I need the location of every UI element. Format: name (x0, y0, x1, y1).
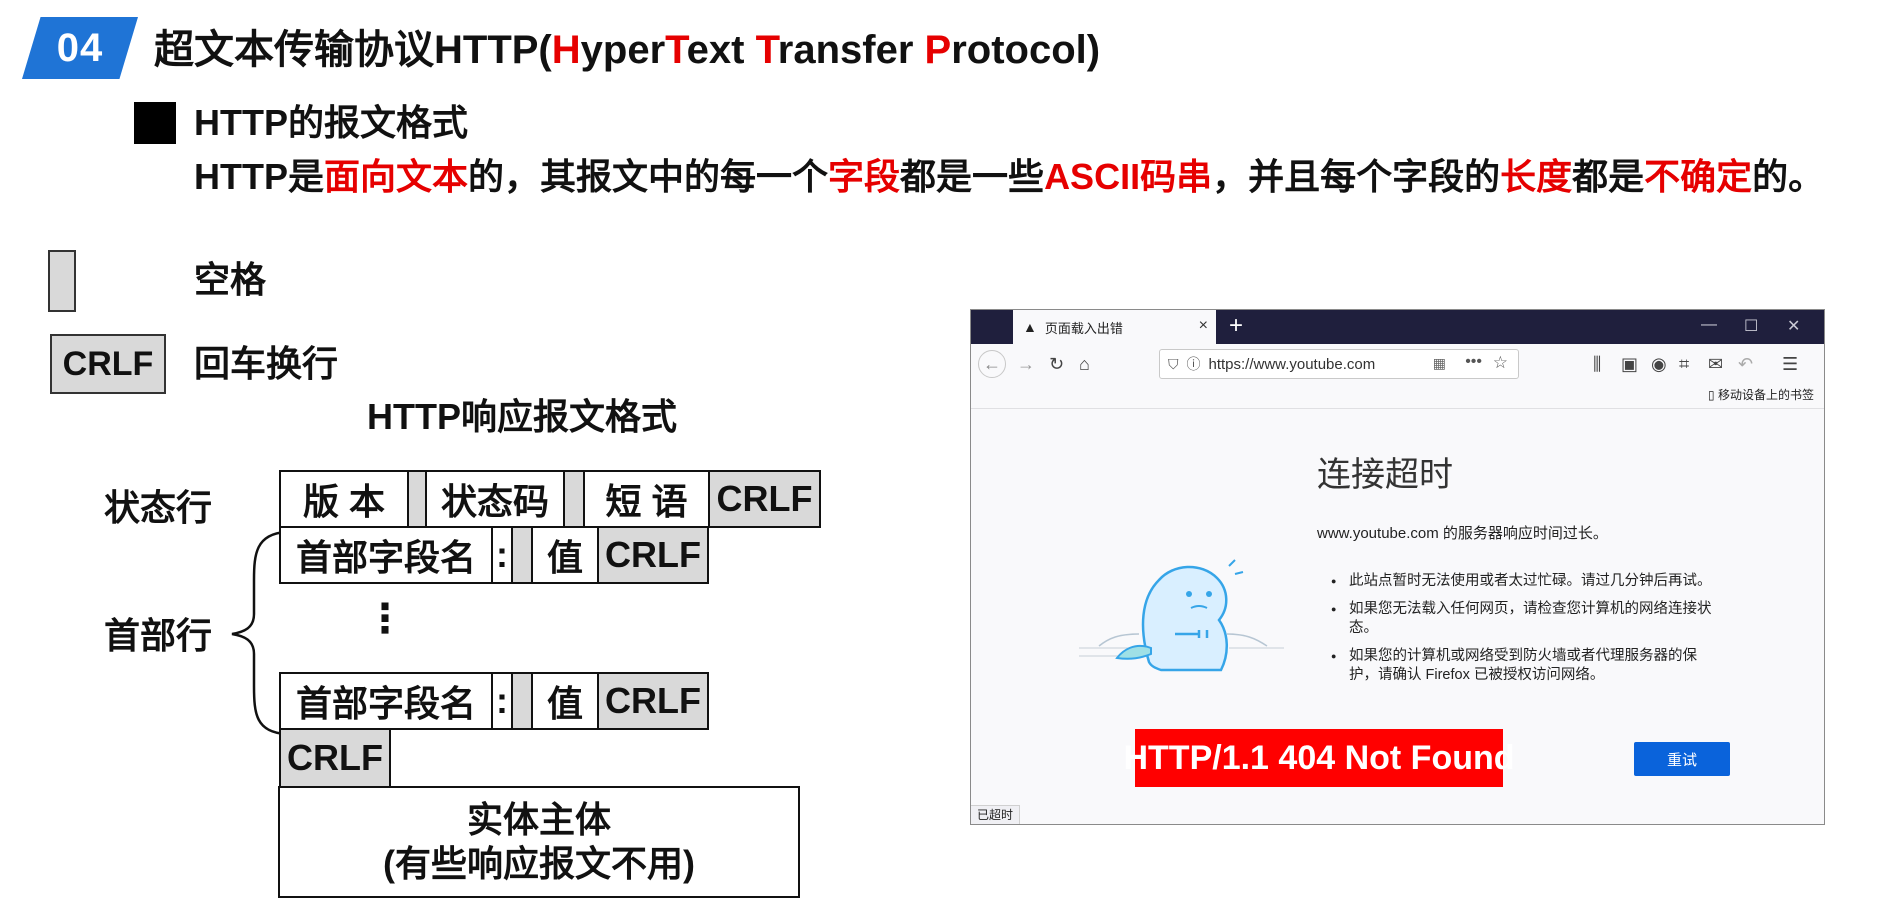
reload-icon[interactable]: ↻ (1049, 354, 1064, 374)
description-text: 的。 (1752, 156, 1825, 197)
title-part: yper (580, 28, 666, 72)
title-part: T (665, 28, 687, 72)
retry-button[interactable]: 重试 (1634, 742, 1730, 776)
crlf-cell: CRLF (597, 526, 709, 584)
error-title: 连接超时 (1317, 456, 1453, 494)
section-heading: HTTP的报文格式 (194, 102, 468, 143)
status-code-cell: 状态码 (425, 470, 565, 528)
account-icon[interactable]: ◉ (1651, 354, 1667, 374)
title-part: H (551, 28, 581, 72)
mobile-bookmarks[interactable]: ▯ 移动设备上的书签 (1708, 386, 1814, 403)
bookmark-star-icon[interactable]: ☆ (1493, 353, 1508, 373)
space-cell (511, 672, 533, 730)
header-field-name-cell: 首部字段名 (279, 672, 493, 730)
header-value-cell: 值 (531, 526, 599, 584)
maximize-icon[interactable]: ☐ (1744, 316, 1758, 336)
title-part: T (755, 28, 778, 72)
entity-body-title: 实体主体 (466, 799, 611, 840)
timeout-dinosaur-illustration (1079, 559, 1284, 672)
tab-error[interactable]: ▲ 页面载入出错 × (1013, 310, 1216, 344)
slide-title: 超文本传输协议HTTP(HyperText Transfer Protocol) (154, 26, 1100, 74)
crlf-cell: CRLF (708, 470, 821, 528)
colon-cell: : (491, 672, 513, 730)
tab-bar: ▲ 页面载入出错 × + — ☐ ✕ (971, 310, 1824, 344)
description-text: 都是一些 (900, 156, 1045, 197)
status-phrase-cell: 短 语 (583, 470, 710, 528)
entity-body-box: 实体主体 (有些响应报文不用) (278, 786, 800, 898)
qr-code-icon[interactable]: ▦ (1433, 355, 1446, 372)
highlighted-term: 长度 (1500, 156, 1573, 197)
title-part: ransfer (777, 28, 925, 72)
forward-arrow-icon[interactable]: → (1017, 354, 1035, 374)
highlighted-term: ASCII码串 (1044, 156, 1213, 197)
title-part: P (924, 28, 952, 72)
bullet-square-icon (134, 102, 176, 144)
sidebar-icon[interactable]: ▣ (1621, 354, 1638, 374)
space-cell (563, 470, 585, 528)
legend-crlf-label: 回车换行 (194, 343, 339, 384)
blank-line-crlf-cell: CRLF (279, 728, 391, 788)
address-bar[interactable]: ⛉ ⓘ https://www.youtube.com ▦ ••• ☆ (1159, 349, 1519, 379)
library-icon[interactable]: ⫼ (1593, 354, 1601, 374)
legend-space-label: 空格 (194, 259, 267, 300)
section-description: HTTP是面向文本的，其报文中的每一个字段都是一些ASCII码串，并且每个字段的… (194, 155, 1824, 199)
diagram-title: HTTP响应报文格式 (367, 396, 677, 437)
url-text: https://www.youtube.com (1208, 355, 1376, 373)
crop-icon[interactable]: ⌗ (1679, 354, 1689, 374)
new-tab-icon[interactable]: + (1229, 313, 1243, 339)
title-part: 超文本传输协议HTTP( (154, 28, 552, 72)
window-close-icon[interactable]: ✕ (1787, 316, 1800, 336)
http-404-label: HTTP/1.1 404 Not Found (1123, 729, 1515, 787)
title-part: rotocol) (951, 28, 1101, 72)
undo-icon[interactable]: ↶ (1738, 354, 1753, 374)
space-cell (511, 526, 533, 584)
navigation-bar: ← → ↻ ⌂ ⛉ ⓘ https://www.youtube.com ▦ ••… (971, 344, 1824, 384)
info-icon[interactable]: ⓘ (1187, 354, 1201, 374)
highlighted-term: 字段 (828, 156, 901, 197)
colon-cell: : (491, 526, 513, 584)
more-dots-icon[interactable]: ••• (1465, 353, 1482, 371)
description-text: 都是 (1572, 156, 1645, 197)
status-bar: 已超时 (971, 805, 1021, 824)
menu-icon[interactable]: ☰ (1782, 354, 1798, 374)
crlf-cell: CRLF (597, 672, 709, 730)
space-cell (407, 470, 427, 528)
description-text: ，并且每个字段的 (1212, 156, 1501, 197)
error-description: www.youtube.com 的服务器响应时间过长。 (1317, 525, 1608, 542)
ellipsis: ⋮ (365, 597, 405, 641)
list-item: 此站点暂时无法使用或者太过忙碌。请过几分钟后再试。 (1331, 572, 1721, 591)
tab-close-icon[interactable]: × (1199, 317, 1208, 335)
minimize-icon[interactable]: — (1701, 316, 1717, 334)
divider (971, 408, 1824, 409)
shield-icon: ⛉ (1168, 355, 1179, 372)
error-suggestions: 此站点暂时无法使用或者太过忙碌。请过几分钟后再试。 如果您无法载入任何网页，请检… (1331, 572, 1721, 694)
header-lines-label: 首部行 (104, 615, 213, 656)
home-icon[interactable]: ⌂ (1079, 354, 1090, 374)
title-part: ext (686, 28, 756, 72)
chat-icon[interactable]: ✉ (1708, 354, 1723, 374)
status-line-label: 状态行 (104, 487, 213, 528)
list-item: 如果您的计算机或网络受到防火墙或者代理服务器的保护，请确认 Firefox 已被… (1331, 647, 1721, 685)
back-arrow-icon[interactable]: ← (978, 350, 1006, 378)
header-field-name-cell: 首部字段名 (279, 526, 493, 584)
list-item: 如果您无法载入任何网页，请检查您计算机的网络连接状态。 (1331, 600, 1721, 638)
entity-body-note: (有些响应报文不用) (383, 843, 695, 884)
header-value-cell: 值 (531, 672, 599, 730)
legend-crlf-box: CRLF (50, 334, 166, 394)
status-version-cell: 版 本 (279, 470, 409, 528)
phone-icon: ▯ (1708, 388, 1715, 402)
tab-title: 页面载入出错 (1044, 320, 1123, 336)
description-text: HTTP是 (194, 156, 324, 197)
section-number-badge: 04 (22, 17, 138, 79)
highlighted-term: 面向文本 (324, 156, 469, 197)
highlighted-term: 不确定 (1644, 156, 1753, 197)
warning-icon: ▲ (1023, 319, 1037, 335)
description-text: 的，其报文中的每一个 (468, 156, 829, 197)
legend-space-box (48, 250, 76, 312)
